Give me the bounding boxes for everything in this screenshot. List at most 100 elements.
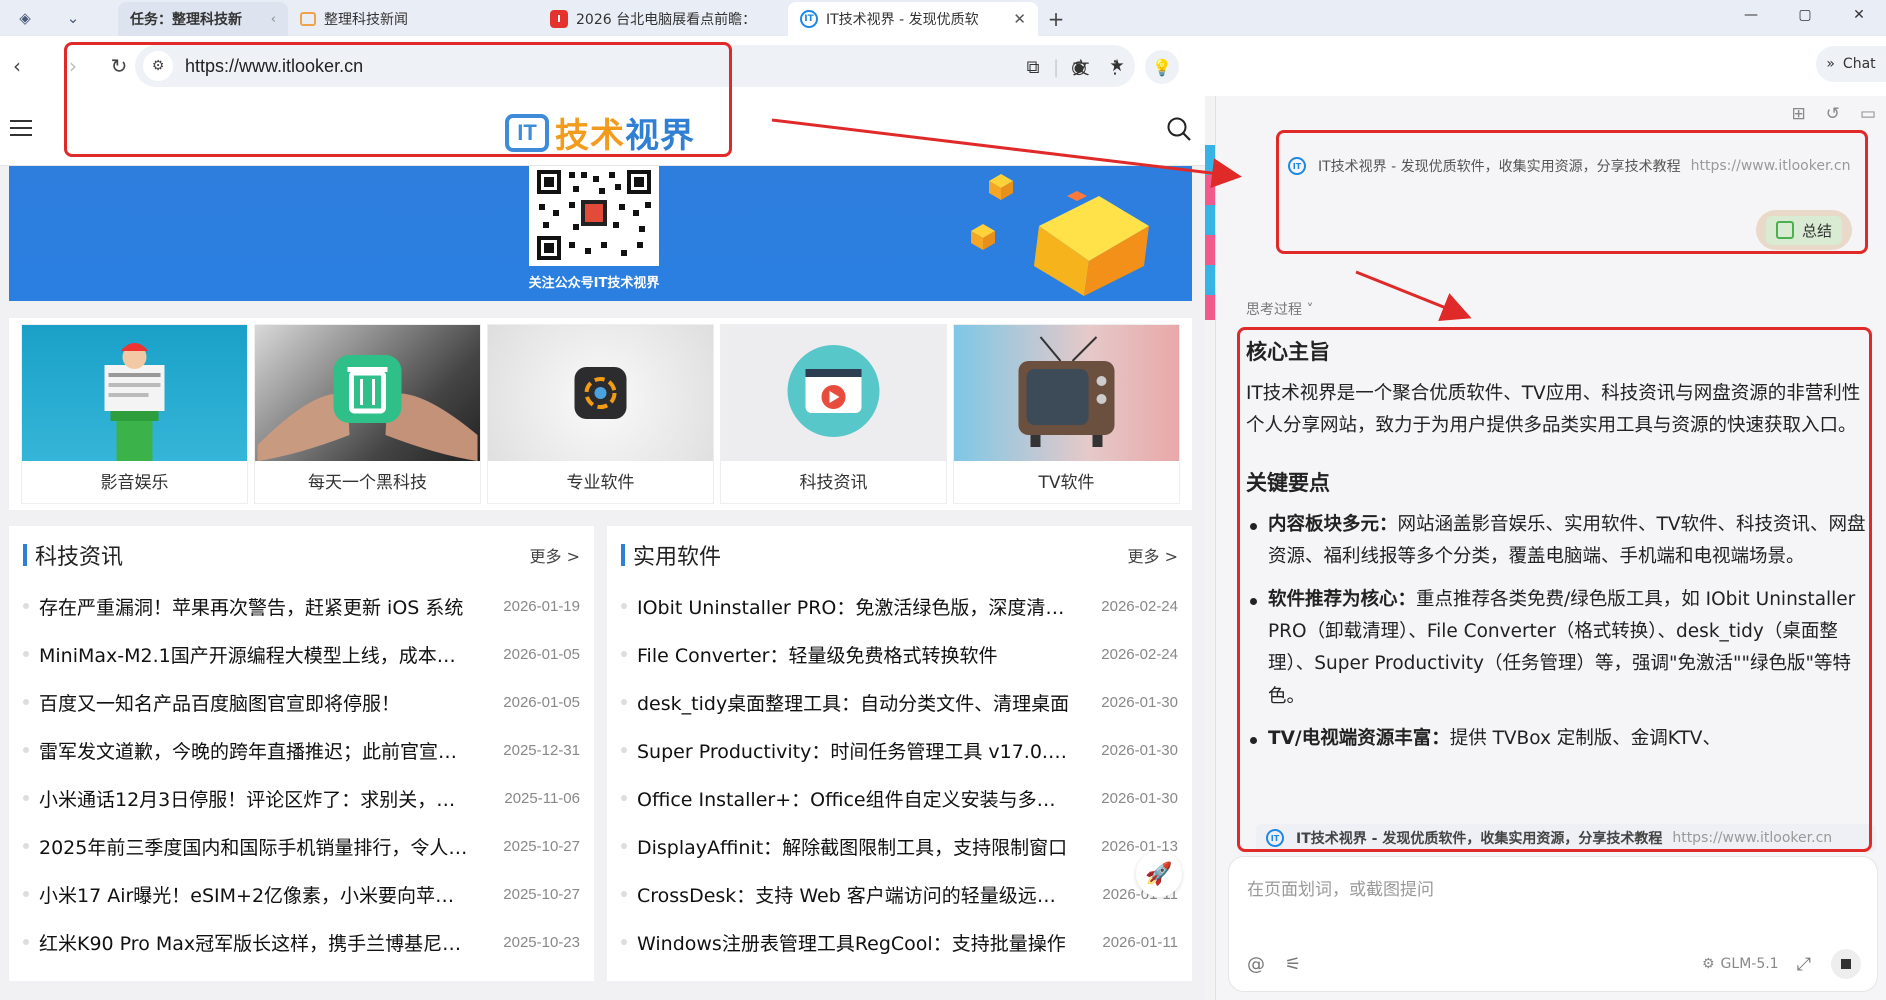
category-card[interactable]: 专业软件 xyxy=(487,324,714,504)
list-item[interactable]: 雷军发文道歉，今晚的跨年直播推迟；此前官宣的活动 2025-12-31 xyxy=(23,726,580,774)
extensions-icon[interactable]: ⧉ xyxy=(1015,51,1051,83)
list-item[interactable]: 小米17 Air曝光！eSIM+2亿像素，小米要向苹果开战 2025-10-27 xyxy=(23,870,580,918)
software-title[interactable]: DisplayAffinit：解除截图限制工具，支持限制窗口 xyxy=(637,833,1070,860)
new-tab-button[interactable]: + xyxy=(1038,2,1074,36)
software-title[interactable]: Windows注册表管理工具RegCool：支持批量操作 xyxy=(637,929,1070,956)
banner[interactable]: 关注公众号IT技术视界 xyxy=(9,166,1192,301)
at-mention-icon[interactable]: @ xyxy=(1247,954,1265,975)
chat-label: Chat xyxy=(1842,56,1876,72)
tab-computex[interactable]: I 2026 台北电脑展看点前瞻： xyxy=(538,2,788,36)
news-date: 2025-10-23 xyxy=(503,933,580,951)
list-item[interactable]: Windows注册表管理工具RegCool：支持批量操作 2026-01-11 xyxy=(621,918,1178,966)
software-title[interactable]: desk_tidy桌面整理工具：自动分类文件、清理桌面 xyxy=(637,689,1070,716)
list-item[interactable]: desk_tidy桌面整理工具：自动分类文件、清理桌面 2026-01-30 xyxy=(621,678,1178,726)
new-chat-icon[interactable]: ⊞ xyxy=(1791,104,1805,124)
software-title[interactable]: CrossDesk：支持 Web 客户端访问的轻量级远程桌面 xyxy=(637,881,1070,908)
minimize-button[interactable]: — xyxy=(1724,0,1778,30)
close-tab-icon[interactable]: ✕ xyxy=(1013,10,1026,28)
list-item[interactable]: MiniMax-M2.1国产开源编程大模型上线，成本低廉 2026-01-05 xyxy=(23,630,580,678)
software-date: 2026-02-24 xyxy=(1101,645,1178,663)
lightbulb-icon[interactable]: 💡 xyxy=(1145,50,1179,84)
more-link[interactable]: 更多 > xyxy=(530,543,581,567)
chevron-down-icon[interactable]: ⌄ xyxy=(58,3,88,33)
profile-icon[interactable]: ◉ xyxy=(1061,51,1097,83)
forward-icon[interactable]: › xyxy=(56,49,90,83)
model-name: GLM-5.1 xyxy=(1720,956,1779,972)
logo-text: 技术视界 xyxy=(555,116,695,156)
chevron-left-icon[interactable]: ‹ xyxy=(271,12,276,27)
list-item[interactable]: 存在严重漏洞！苹果再次警告，赶紧更新 iOS 系统 2026-01-19 xyxy=(23,582,580,630)
news-title[interactable]: 红米K90 Pro Max冠军版长这样，携手兰博基尼推出 xyxy=(39,929,472,956)
site-logo[interactable]: IT 技术视界 xyxy=(505,108,695,157)
search-icon[interactable] xyxy=(1166,116,1192,142)
chat-toggle-button[interactable]: » Chat xyxy=(1816,46,1886,82)
category-label: TV软件 xyxy=(1038,472,1095,493)
back-to-top-rocket-icon[interactable]: 🚀 xyxy=(1136,851,1182,897)
list-item[interactable]: DisplayAffinit：解除截图限制工具，支持限制窗口 2026-01-13 xyxy=(621,822,1178,870)
news-title[interactable]: 雷军发文道歉，今晚的跨年直播推迟；此前官宣的活动 xyxy=(39,737,472,764)
site-header: IT 技术视界 xyxy=(0,96,1205,166)
chat-bubble-icon xyxy=(300,12,316,26)
qr-code xyxy=(529,166,659,266)
news-title[interactable]: 小米通话12月3日停服！评论区炸了：求别关，求保留 xyxy=(39,785,472,812)
software-title[interactable]: Office Installer+：Office组件自定义安装与多版本 xyxy=(637,785,1070,812)
trash-app-icon xyxy=(257,355,478,461)
browser-toolbar: ‹ › ↻ ⚙ https://www.itlooker.cn 文 ★ ⧉ | … xyxy=(0,36,1886,96)
sidebar-icon[interactable]: ▭ xyxy=(1860,104,1876,124)
more-link[interactable]: 更多 > xyxy=(1128,543,1179,567)
site-settings-icon[interactable]: ⚙ xyxy=(143,51,173,81)
category-image xyxy=(721,325,946,461)
tab-chat[interactable]: 整理科技新闻 xyxy=(288,2,538,36)
reload-icon[interactable]: ↻ xyxy=(102,49,136,83)
address-bar[interactable]: ⚙ https://www.itlooker.cn 文 ★ xyxy=(135,45,1135,87)
list-item[interactable]: 百度又一知名产品百度脑图官宣即将停服！ 2026-01-05 xyxy=(23,678,580,726)
input-toolbar: @ ⚟ ⚙ GLM-5.1 ⤢ xyxy=(1247,949,1861,979)
key-points-list: 内容板块多元：网站涵盖影音娱乐、实用软件、TV软件、科技资讯、网盘资源、福利线报… xyxy=(1246,509,1866,756)
summary-grid-icon xyxy=(1775,221,1794,239)
list-item[interactable]: Office Installer+：Office组件自定义安装与多版本 2026-… xyxy=(621,774,1178,822)
list-item[interactable]: CrossDesk：支持 Web 客户端访问的轻量级远程桌面 2026-01-11 xyxy=(621,870,1178,918)
back-icon[interactable]: ‹ xyxy=(0,49,34,83)
news-title[interactable]: 百度又一知名产品百度脑图官宣即将停服！ xyxy=(39,689,472,716)
list-item[interactable]: IObit Uninstaller PRO：免激活绿色版，深度清理残留 2026-… xyxy=(621,582,1178,630)
bullet-dot xyxy=(23,603,29,609)
list-item[interactable]: 小米通话12月3日停服！评论区炸了：求别关，求保留 2025-11-06 xyxy=(23,774,580,822)
hamburger-menu-icon[interactable] xyxy=(10,120,32,138)
list-item[interactable]: 红米K90 Pro Max冠军版长这样，携手兰博基尼推出 2025-10-23 xyxy=(23,918,580,966)
window-controls: — ▢ ✕ xyxy=(1724,0,1886,30)
summary-button[interactable]: 总结 xyxy=(1756,210,1852,250)
tab-task[interactable]: 任务：整理科技新 ‹ xyxy=(118,2,288,36)
history-icon[interactable]: ↺ xyxy=(1826,104,1840,124)
category-card[interactable]: 科技资讯 xyxy=(720,324,947,504)
software-title[interactable]: File Converter：轻量级免费格式转换软件 xyxy=(637,641,1070,668)
url-text[interactable]: https://www.itlooker.cn xyxy=(185,56,1063,77)
maximize-button[interactable]: ▢ xyxy=(1778,0,1832,30)
news-title[interactable]: MiniMax-M2.1国产开源编程大模型上线，成本低廉 xyxy=(39,641,472,668)
stop-button[interactable] xyxy=(1831,949,1861,979)
bullet-dot xyxy=(23,939,29,945)
news-title[interactable]: 存在严重漏洞！苹果再次警告，赶紧更新 iOS 系统 xyxy=(39,593,472,620)
thinking-toggle[interactable]: 思考过程 ˅ xyxy=(1246,299,1313,319)
category-card[interactable]: 每天一个黑科技 xyxy=(254,324,481,504)
category-card[interactable]: 影音娱乐 xyxy=(21,324,248,504)
context-footer-chip[interactable]: IT IT技术视界 - 发现优质软件，收集实用资源，分享技术教程 https:/… xyxy=(1256,824,1876,852)
category-grid: 影音娱乐 每天一个黑科技 专业软件 科技资讯 TV软件 xyxy=(9,318,1192,510)
chat-input[interactable] xyxy=(1247,875,1847,915)
category-card[interactable]: TV软件 xyxy=(953,324,1180,504)
screenshot-icon[interactable]: ⤢ xyxy=(1797,954,1811,975)
workspace-icon[interactable]: ◈ xyxy=(10,3,40,33)
page-scroll-strip[interactable] xyxy=(1205,145,1215,320)
list-item[interactable]: File Converter：轻量级免费格式转换软件 2026-02-24 xyxy=(621,630,1178,678)
news-title[interactable]: 小米17 Air曝光！eSIM+2亿像素，小米要向苹果开战 xyxy=(39,881,472,908)
news-title[interactable]: 2025年前三季度国内和国际手机销量排行，令人意外 xyxy=(39,833,472,860)
settings-sliders-icon[interactable]: ⚟ xyxy=(1285,954,1301,975)
menu-icon[interactable]: ⋮ xyxy=(1097,51,1133,83)
close-window-button[interactable]: ✕ xyxy=(1832,0,1886,30)
list-item[interactable]: Super Productivity：时间任务管理工具 v17.0.11 2026… xyxy=(621,726,1178,774)
list-item[interactable]: 2025年前三季度国内和国际手机销量排行，令人意外 2025-10-27 xyxy=(23,822,580,870)
context-row[interactable]: IT IT技术视界 - 发现优质软件，收集实用资源，分享技术教程 https:/… xyxy=(1276,138,1872,176)
model-selector[interactable]: ⚙ GLM-5.1 xyxy=(1702,956,1779,972)
software-title[interactable]: Super Productivity：时间任务管理工具 v17.0.11 xyxy=(637,737,1070,764)
software-title[interactable]: IObit Uninstaller PRO：免激活绿色版，深度清理残留 xyxy=(637,593,1070,620)
tab-itlooker[interactable]: IT IT技术视界 - 发现优质软 ✕ xyxy=(788,2,1038,36)
